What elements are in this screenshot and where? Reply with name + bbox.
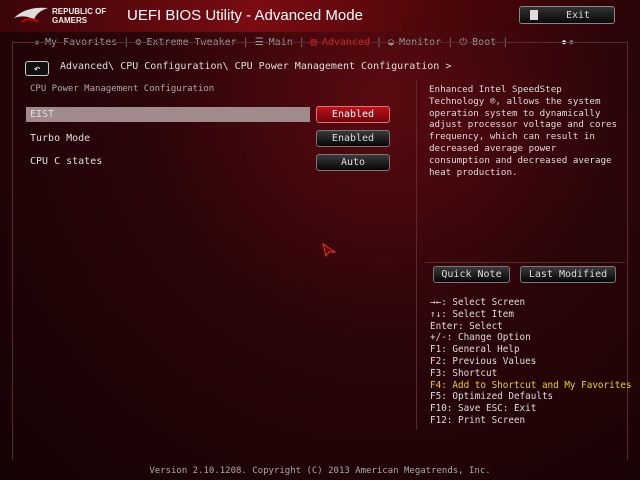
- exit-button[interactable]: Exit: [519, 6, 615, 24]
- panel-divider: [416, 80, 417, 430]
- key-hint: F10: Save ESC: Exit: [430, 403, 537, 415]
- key-hint: +/-: Change Option: [430, 332, 531, 344]
- exit-icon: [530, 10, 538, 20]
- setting-row-cpu-c-states[interactable]: CPU C states: [26, 154, 310, 169]
- last-modified-button[interactable]: Last Modified: [520, 266, 616, 283]
- key-hint: →←: Select Screen: [430, 297, 526, 308]
- app-title: UEFI BIOS Utility - Advanced Mode: [127, 7, 363, 24]
- key-hint: Enter: Select: [430, 320, 503, 332]
- key-hint: F3: Shortcut: [430, 367, 498, 379]
- help-text: Enhanced Intel SpeedStep Technology ®, a…: [429, 84, 618, 178]
- brand-line2: GAMERS: [52, 16, 88, 25]
- breadcrumb: Advanced\ CPU Configuration\ CPU Power M…: [60, 61, 452, 72]
- exit-label: Exit: [566, 9, 591, 21]
- setting-row-turbo-mode[interactable]: Turbo Mode: [26, 131, 310, 146]
- key-hint: F2: Previous Values: [430, 355, 537, 367]
- key-hint: F5: Optimized Defaults: [430, 391, 554, 403]
- rog-logo-icon: [14, 7, 48, 23]
- mouse-cursor-icon: [322, 243, 336, 257]
- key-legend: →←: Select Screen ↑↓: Select Item Enter:…: [430, 297, 632, 427]
- quick-note-button[interactable]: Quick Note: [433, 266, 510, 283]
- setting-row-eist[interactable]: EIST: [26, 107, 310, 122]
- version-footer: Version 2.10.1208. Copyright (C) 2013 Am…: [149, 466, 491, 476]
- turbo-mode-value-button[interactable]: Enabled: [316, 130, 390, 147]
- cpu-c-states-value-button[interactable]: Auto: [316, 154, 390, 171]
- key-hint: ↑↓: Select Item: [430, 308, 514, 320]
- brand-text: REPUBLIC OF GAMERS: [52, 7, 106, 25]
- help-divider: [425, 262, 625, 263]
- eist-value-button[interactable]: Enabled: [316, 106, 390, 123]
- header: REPUBLIC OF GAMERS UEFI BIOS Utility - Ad…: [0, 0, 640, 32]
- key-hint-highlighted: F4: Add to Shortcut and My Favorites: [430, 379, 632, 391]
- brand-line1: REPUBLIC OF: [52, 7, 107, 16]
- section-title: CPU Power Management Configuration: [30, 84, 215, 94]
- key-hint: F12: Print Screen: [430, 414, 526, 426]
- back-button[interactable]: ↶: [25, 61, 49, 76]
- key-hint: F1: General Help: [430, 344, 520, 356]
- back-arrow-icon: ↶: [33, 62, 41, 75]
